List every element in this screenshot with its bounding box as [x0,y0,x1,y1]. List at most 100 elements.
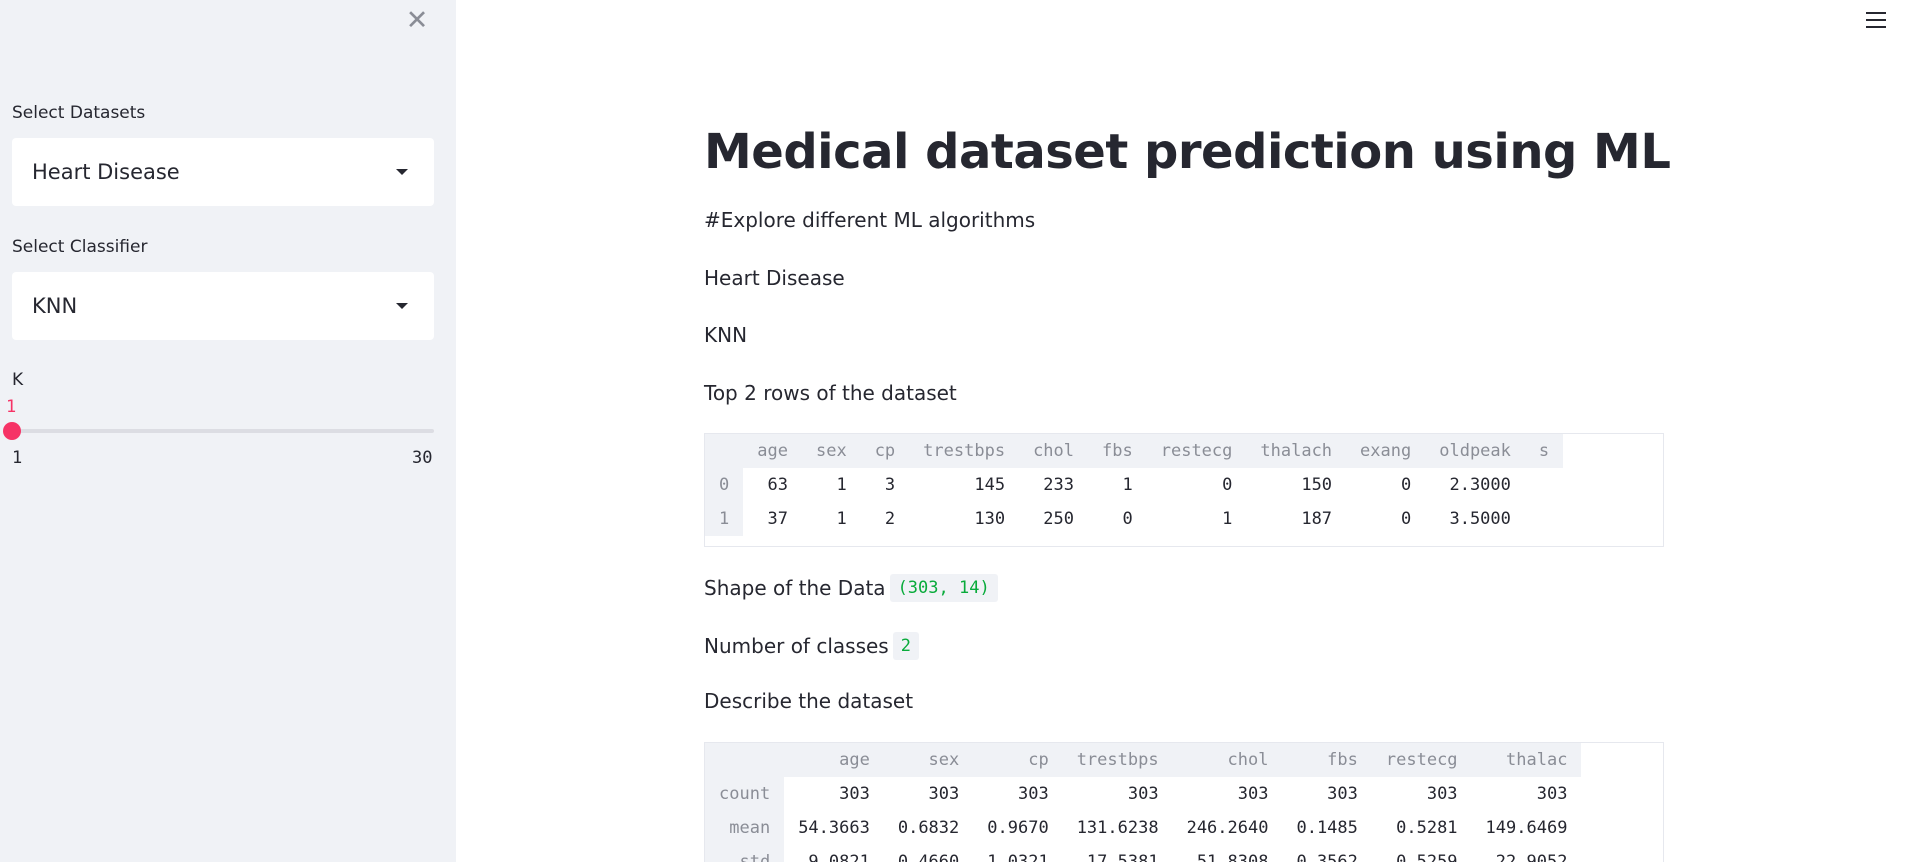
k-slider-track[interactable] [12,429,434,433]
table-cell: 187 [1301,509,1333,529]
table-cell: 17.5381 [1086,852,1159,862]
table-cell: 130 [974,509,1006,529]
dataset-select-value: Heart Disease [32,160,180,184]
k-slider-thumb[interactable] [3,422,21,440]
hamburger-menu-icon[interactable] [1866,12,1886,30]
table-cell: 3.5000 [1449,509,1511,529]
row-index: std [705,845,785,862]
subtitle-text: #Explore different ML algorithms [704,208,1036,232]
table-cell: 303 [1426,784,1458,804]
table-cell: 0.9670 [987,818,1049,838]
table-cell: 0.3562 [1296,852,1358,862]
column-header[interactable]: sex [883,743,974,777]
column-header[interactable]: trestbps [1062,743,1173,777]
k-slider-value: 1 [6,397,17,417]
table-cell [1525,502,1563,536]
column-header[interactable]: thalach [1246,434,1347,468]
table-cell: 63 [767,475,788,495]
column-header[interactable]: restecg [1146,434,1247,468]
shape-row: Shape of the Data (303, 14) [704,574,998,602]
table-cell: 303 [839,784,870,804]
table-cell: 0.5281 [1396,818,1458,838]
table-cell: 2.3000 [1449,475,1511,495]
column-header[interactable]: cp [860,434,910,468]
table-cell: 1 [1222,509,1233,529]
table-cell [1525,468,1563,502]
classes-label: Number of classes [704,634,889,658]
classifier-select-label: Select Classifier [12,237,148,257]
chevron-down-icon [396,169,408,175]
table-cell: 303 [1127,784,1159,804]
table-corner-cell [705,743,785,777]
table-cell: 233 [1043,475,1075,495]
table-cell: 0 [1400,509,1412,529]
classifier-select-value: KNN [32,294,78,318]
table-cell: 0 [1400,475,1412,495]
describe-table: age sex cp trestbps chol fbs restecg thalac cou… [704,742,1664,862]
row-index: 1 [705,502,744,536]
column-header[interactable]: s [1524,434,1564,468]
k-slider-min: 1 [12,448,23,468]
column-header[interactable]: chol [1172,743,1283,777]
shape-label: Shape of the Data [704,576,886,600]
column-header[interactable]: sex [801,434,861,468]
table-cell: 1 [836,475,847,495]
column-header[interactable]: age [743,434,802,468]
table-cell: 250 [1043,509,1075,529]
table-cell: 51.8308 [1196,852,1269,862]
table-cell: 22.9052 [1495,852,1568,862]
column-header[interactable]: oldpeak [1425,434,1525,468]
row-index: mean [705,811,785,845]
column-header[interactable]: fbs [1282,743,1372,777]
page-title: Medical dataset prediction using ML [704,124,1671,180]
classes-row: Number of classes 2 [704,632,919,660]
table-cell: 0.4660 [897,852,960,862]
table-cell: 0 [1222,475,1233,495]
table-cell: 1 [836,509,847,529]
classes-value: 2 [892,632,919,660]
table-cell: 3 [884,475,896,495]
column-header[interactable]: age [784,743,884,777]
table-row: 1 37 1 2 130 250 0 1 187 0 3.5000 [705,502,1563,536]
table-cell: 54.3663 [798,818,870,838]
table-cell: 9.0821 [808,852,870,862]
table-row: mean 54.3663 0.6832 0.9670 131.6238 246.2640 0… [705,811,1581,845]
table-cell: 149.6469 [1485,818,1568,838]
column-header[interactable]: restecg [1371,743,1472,777]
column-header[interactable]: cp [973,743,1063,777]
table-row: 0 63 1 3 145 233 1 0 150 0 2.3000 [705,468,1563,502]
table-cell: 0.5259 [1396,852,1458,862]
table-cell: 1.0321 [987,852,1049,862]
selected-dataset-text: Heart Disease [704,266,845,290]
row-index: 0 [705,468,744,502]
head-table: age sex cp trestbps chol fbs restecg thalach exa… [704,433,1664,547]
table-cell: 303 [1237,784,1269,804]
table-cell: 37 [767,509,788,529]
table-cell: 1 [1122,475,1133,495]
table-cell: 303 [1327,784,1358,804]
app-root: ✕ Select Datasets Heart Disease Select C… [0,0,1910,862]
dataset-select[interactable]: Heart Disease [12,138,434,206]
table-cell: 303 [1536,784,1568,804]
table-cell: 145 [974,475,1006,495]
table-corner-cell [705,434,744,468]
column-header[interactable]: thalac [1471,743,1582,777]
row-index: count [705,777,785,811]
table-row: count 303 303 303 303 303 303 303 303 [705,777,1581,811]
table-cell: 150 [1301,475,1333,495]
k-slider-label: K [12,370,24,390]
classifier-select[interactable]: KNN [12,272,434,340]
table-cell: 0 [1122,509,1133,529]
close-icon[interactable]: ✕ [404,7,430,34]
column-header[interactable]: trestbps [909,434,1020,468]
column-header[interactable]: chol [1019,434,1089,468]
table-row: std 9.0821 0.4660 1.0321 17.5381 51.8308 0.356… [705,845,1581,862]
table-cell: 0.1485 [1296,818,1358,838]
sidebar: ✕ Select Datasets Heart Disease Select C… [0,0,456,862]
selected-classifier-text: KNN [704,323,748,347]
shape-value: (303, 14) [889,574,998,602]
column-header[interactable]: exang [1346,434,1426,468]
table-cell: 303 [928,784,960,804]
column-header[interactable]: fbs [1088,434,1147,468]
describe-label: Describe the dataset [704,689,914,713]
